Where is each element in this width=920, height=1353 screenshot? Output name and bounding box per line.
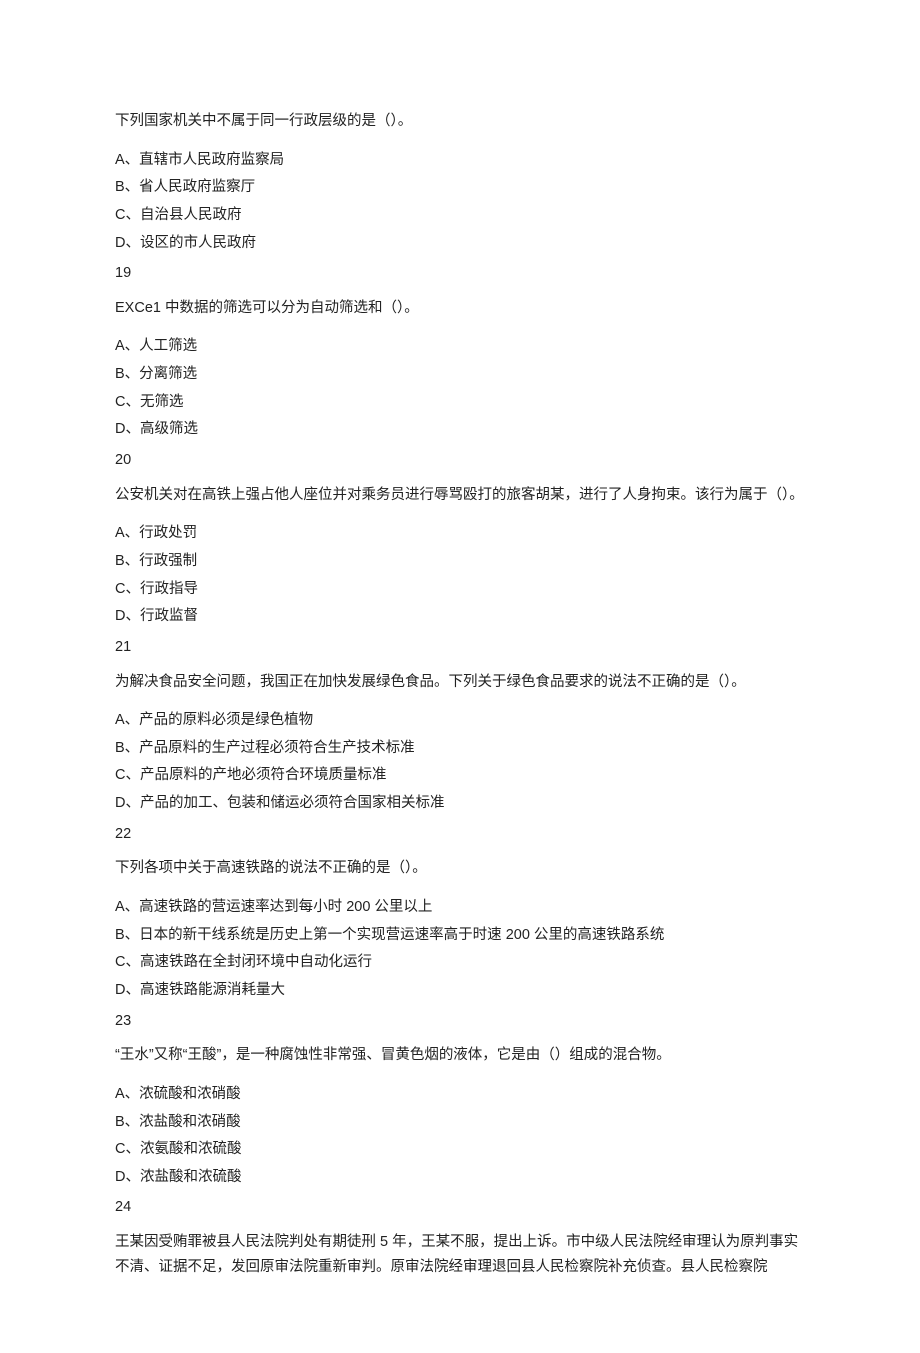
- q22-option-c: C、高速铁路在全封闭环境中自动化运行: [115, 950, 805, 975]
- q18-option-a: A、直辖市人民政府监察局: [115, 148, 805, 173]
- q22-number: 22: [115, 822, 805, 847]
- q23-option-c: C、浓氨酸和浓硫酸: [115, 1137, 805, 1162]
- q21-option-d: D、产品的加工、包装和储运必须符合国家相关标准: [115, 791, 805, 816]
- q18-stem: 下列国家机关中不属于同一行政层级的是（）。: [115, 109, 805, 134]
- q20-option-a: A、行政处罚: [115, 521, 805, 546]
- exam-page: 下列国家机关中不属于同一行政层级的是（）。 A、直辖市人民政府监察局 B、省人民…: [0, 0, 920, 1353]
- q21-option-b: B、产品原料的生产过程必须符合生产技术标准: [115, 736, 805, 761]
- q20-number: 20: [115, 448, 805, 473]
- q21-option-c: C、产品原料的产地必须符合环境质量标准: [115, 763, 805, 788]
- q23-number: 23: [115, 1009, 805, 1034]
- q19-option-b: B、分离筛选: [115, 362, 805, 387]
- q19-number: 19: [115, 261, 805, 286]
- q22-stem: 下列各项中关于高速铁路的说法不正确的是（）。: [115, 856, 805, 881]
- q19-stem: EXCe1 中数据的筛选可以分为自动筛选和（）。: [115, 296, 805, 321]
- q19-option-c: C、无筛选: [115, 390, 805, 415]
- q24-stem: 王某因受贿罪被县人民法院判处有期徒刑 5 年，王某不服，提出上诉。市中级人民法院…: [115, 1230, 805, 1279]
- q22-option-b: B、日本的新干线系统是历史上第一个实现营运速率高于时速 200 公里的高速铁路系…: [115, 923, 805, 948]
- q21-options: A、产品的原料必须是绿色植物 B、产品原料的生产过程必须符合生产技术标准 C、产…: [115, 708, 805, 816]
- q20-option-d: D、行政监督: [115, 604, 805, 629]
- q23-stem: “王水”又称“王酸”，是一种腐蚀性非常强、冒黄色烟的液体，它是由（）组成的混合物…: [115, 1043, 805, 1068]
- q20-option-b: B、行政强制: [115, 549, 805, 574]
- q20-stem: 公安机关对在高铁上强占他人座位并对乘务员进行辱骂殴打的旅客胡某，进行了人身拘束。…: [115, 483, 805, 508]
- q23-options: A、浓硫酸和浓硝酸 B、浓盐酸和浓硝酸 C、浓氨酸和浓硫酸 D、浓盐酸和浓硫酸: [115, 1082, 805, 1190]
- q21-option-a: A、产品的原料必须是绿色植物: [115, 708, 805, 733]
- q20-options: A、行政处罚 B、行政强制 C、行政指导 D、行政监督: [115, 521, 805, 629]
- q21-stem: 为解决食品安全问题，我国正在加快发展绿色食品。下列关于绿色食品要求的说法不正确的…: [115, 670, 805, 695]
- q19-option-a: A、人工筛选: [115, 334, 805, 359]
- q22-option-a: A、高速铁路的营运速率达到每小时 200 公里以上: [115, 895, 805, 920]
- q21-number: 21: [115, 635, 805, 660]
- q20-option-c: C、行政指导: [115, 577, 805, 602]
- q18-option-c: C、自治县人民政府: [115, 203, 805, 228]
- q22-options: A、高速铁路的营运速率达到每小时 200 公里以上 B、日本的新干线系统是历史上…: [115, 895, 805, 1003]
- q19-option-d: D、高级筛选: [115, 417, 805, 442]
- q23-option-a: A、浓硫酸和浓硝酸: [115, 1082, 805, 1107]
- q18-option-d: D、设区的市人民政府: [115, 231, 805, 256]
- q24-number: 24: [115, 1195, 805, 1220]
- q22-option-d: D、高速铁路能源消耗量大: [115, 978, 805, 1003]
- q18-option-b: B、省人民政府监察厅: [115, 175, 805, 200]
- q19-options: A、人工筛选 B、分离筛选 C、无筛选 D、高级筛选: [115, 334, 805, 442]
- q23-option-d: D、浓盐酸和浓硫酸: [115, 1165, 805, 1190]
- q18-options: A、直辖市人民政府监察局 B、省人民政府监察厅 C、自治县人民政府 D、设区的市…: [115, 148, 805, 256]
- q23-option-b: B、浓盐酸和浓硝酸: [115, 1110, 805, 1135]
